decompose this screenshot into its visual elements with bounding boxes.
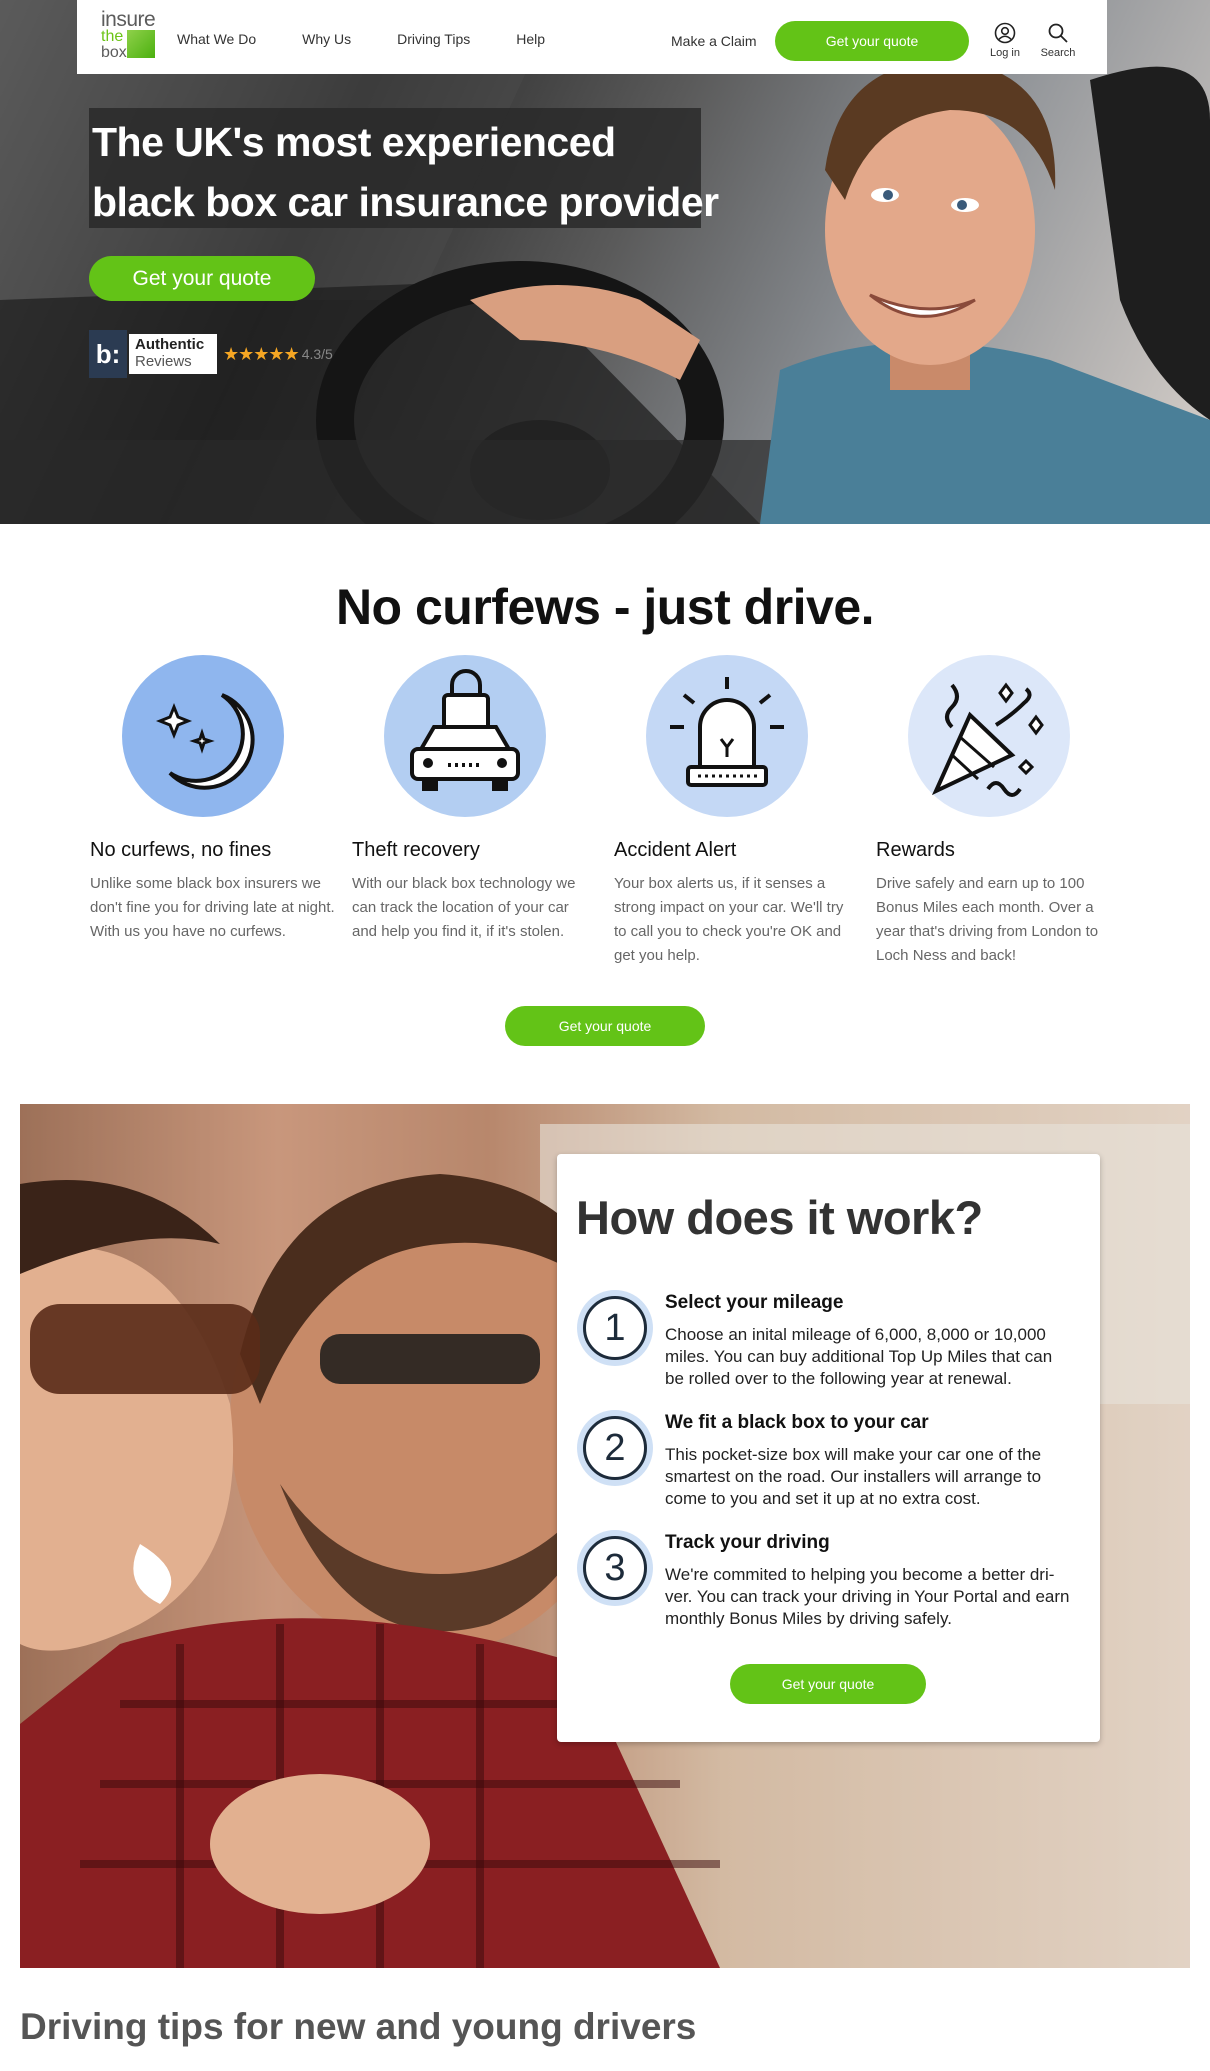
login-button[interactable]: Log in <box>983 22 1027 59</box>
feature-theft-recovery: Theft recovery With our black box techno… <box>352 655 597 944</box>
user-icon <box>994 22 1016 44</box>
number-2-icon: 2 <box>583 1416 647 1480</box>
star-rating-icon: ★★★★★ <box>223 343 300 364</box>
how-it-works-card: How does it work? 1 Select your mileage … <box>557 1154 1100 1742</box>
feature-text: Unlike some black box insurers we don't … <box>90 875 335 940</box>
step-title: Select your mileage <box>665 1292 844 1313</box>
step-text: We're commited to helping you become a b… <box>665 1565 1070 1628</box>
brand-logo[interactable]: insure the box <box>101 9 161 65</box>
reviews-logo: b: <box>89 330 127 378</box>
hero-title-line-2: black box car insurance provider <box>92 179 719 225</box>
hero-title: The UK's most experienced black box car … <box>92 112 732 232</box>
search-button[interactable]: Search <box>1036 22 1080 59</box>
logo-text-insure: insure <box>101 8 156 31</box>
feature-title: Theft recovery <box>352 839 480 861</box>
main-nav: What We Do Why Us Driving Tips Help <box>177 31 591 47</box>
feature-icon-circle <box>122 655 284 817</box>
party-popper-icon <box>931 682 1044 797</box>
feature-title: Rewards <box>876 839 955 861</box>
siren-icon <box>670 677 784 787</box>
top-navbar: insure the box What We Do Why Us Driving… <box>77 0 1107 74</box>
make-claim-link[interactable]: Make a Claim <box>671 33 757 49</box>
nav-quote-button[interactable]: Get your quote <box>775 21 969 61</box>
reviews-label: Authentic Reviews <box>129 334 217 374</box>
step-text: Choose an inital mileage of 6,000, 8,000… <box>665 1325 1053 1388</box>
hero-title-line-1: The UK's most experienced <box>92 119 616 165</box>
hero-quote-button[interactable]: Get your quote <box>89 256 315 301</box>
search-icon <box>1048 23 1068 43</box>
step-title: We fit a black box to your car <box>665 1412 929 1433</box>
feature-title: Accident Alert <box>614 839 737 861</box>
feature-text: With our black box technology we can tra… <box>352 875 576 940</box>
how-it-works-title: How does it work? <box>576 1191 983 1244</box>
reviews-label-line-1: Authentic <box>135 336 205 353</box>
driving-tips-title: Driving tips for new and young drivers <box>20 2006 697 2047</box>
search-label: Search <box>1040 47 1076 59</box>
feature-icon-circle <box>384 655 546 817</box>
nav-item-why-us[interactable]: Why Us <box>302 31 351 47</box>
feature-title: No curfews, no fines <box>90 839 272 861</box>
moon-stars-icon <box>155 693 255 790</box>
nav-item-driving-tips[interactable]: Driving Tips <box>397 31 470 47</box>
reviews-label-line-2: Reviews <box>135 353 192 370</box>
features-quote-button[interactable]: Get your quote <box>505 1006 705 1046</box>
feature-text: Your box alerts us, if it senses a stron… <box>614 875 844 964</box>
car-lock-icon <box>410 669 520 791</box>
feature-text: Drive safely and earn up to 100 Bonus Mi… <box>876 875 1099 964</box>
logo-green-box <box>127 30 155 58</box>
feature-icon-circle <box>908 655 1070 817</box>
feature-no-curfews: No curfews, no fines Unlike some black b… <box>90 655 335 944</box>
step-text: This pocket-size box will make your car … <box>665 1445 1042 1508</box>
features-title: No curfews - just drive. <box>335 579 875 635</box>
logo-text-box: box <box>101 44 127 61</box>
step-title: Track your driving <box>665 1532 830 1553</box>
nav-item-what-we-do[interactable]: What We Do <box>177 31 256 47</box>
nav-item-help[interactable]: Help <box>516 31 545 47</box>
step-number-badge: 2 <box>577 1410 653 1486</box>
feature-accident-alert: Accident Alert Your box alerts us, if it… <box>614 655 859 968</box>
how-quote-button[interactable]: Get your quote <box>730 1664 926 1704</box>
reviews-score: 4.3/5 <box>301 346 333 362</box>
feature-rewards: Rewards Drive safely and earn up to 100 … <box>876 655 1121 968</box>
reviews-widget[interactable]: b: Authentic Reviews ★★★★★ 4.3/5 <box>89 330 333 378</box>
step-number-badge: 1 <box>577 1290 653 1366</box>
login-label: Log in <box>990 47 1020 59</box>
step-number-badge: 3 <box>577 1530 653 1606</box>
logo-text-the: the <box>101 28 124 45</box>
hero-banner: The UK's most experienced black box car … <box>0 0 1210 524</box>
feature-icon-circle <box>646 655 808 817</box>
number-3-icon: 3 <box>583 1536 647 1600</box>
number-1-icon: 1 <box>583 1296 647 1360</box>
